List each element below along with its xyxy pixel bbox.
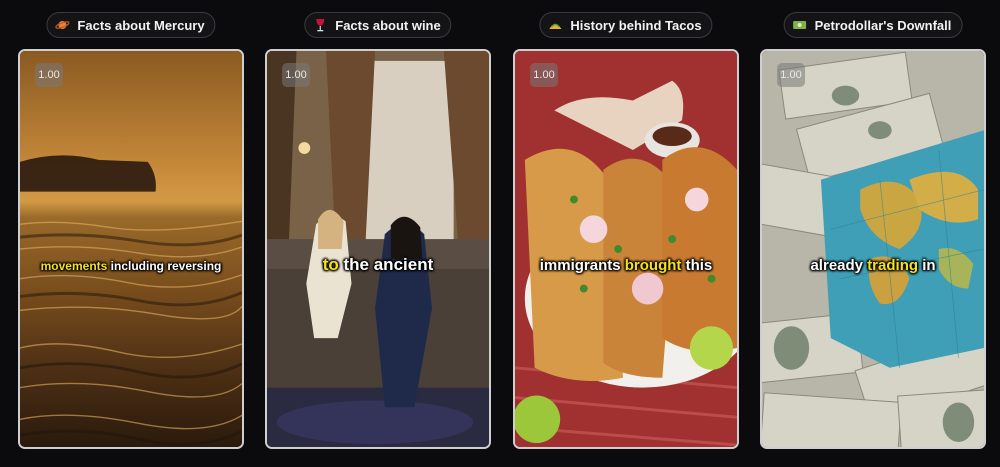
caption-text: including reversing <box>107 259 222 273</box>
subtitle-caption: to the ancient <box>267 255 489 275</box>
sunset-water-image <box>20 51 242 447</box>
topic-pill-mercury[interactable]: Facts about Mercury <box>46 12 216 38</box>
video-preview[interactable]: 1.00 movements including reversing <box>18 49 244 449</box>
ringed-planet-icon <box>55 18 70 32</box>
money-world-map-image <box>762 51 984 447</box>
playback-speed-badge[interactable]: 1.00 <box>530 63 558 87</box>
subtitle-caption: immigrants brought this <box>515 257 737 274</box>
video-preview[interactable]: 1.00 already trading in <box>760 49 986 449</box>
caption-text: the ancient <box>338 255 434 274</box>
topic-pill-tacos[interactable]: History behind Tacos <box>539 12 713 38</box>
wine-glass-icon <box>313 18 327 32</box>
topic-pill-wine[interactable]: Facts about wine <box>304 12 452 38</box>
playback-speed-badge[interactable]: 1.00 <box>282 63 310 87</box>
caption-highlight-word: brought <box>624 257 682 274</box>
topic-title: Facts about wine <box>335 17 441 33</box>
caption-text: already <box>810 257 868 274</box>
playback-speed-badge[interactable]: 1.00 <box>777 63 805 87</box>
caption-text: this <box>681 257 713 274</box>
subtitle-caption: movements including reversing <box>20 259 242 273</box>
playback-speed-badge[interactable]: 1.00 <box>35 63 63 87</box>
topic-pill-petrodollar[interactable]: Petrodollar's Downfall <box>783 12 963 38</box>
caption-text: in <box>918 257 936 274</box>
video-preview[interactable]: 1.00 immigrants brought this <box>513 49 739 449</box>
caption-highlight-word: to <box>322 255 339 274</box>
subtitle-caption: already trading in <box>762 257 984 274</box>
tacos-plate-image <box>515 51 737 447</box>
caption-highlight-word: trading <box>867 257 919 274</box>
dollar-bill-icon <box>793 18 807 32</box>
taco-icon <box>548 18 562 32</box>
video-preview[interactable]: 1.00 to the ancient <box>265 49 491 449</box>
topic-title: Facts about Mercury <box>77 17 205 33</box>
two-women-lounge-image <box>267 51 489 447</box>
caption-highlight-word: movements <box>40 259 108 273</box>
topic-title: History behind Tacos <box>570 17 702 33</box>
topic-title: Petrodollar's Downfall <box>814 17 952 33</box>
caption-text: immigrants <box>539 257 625 274</box>
